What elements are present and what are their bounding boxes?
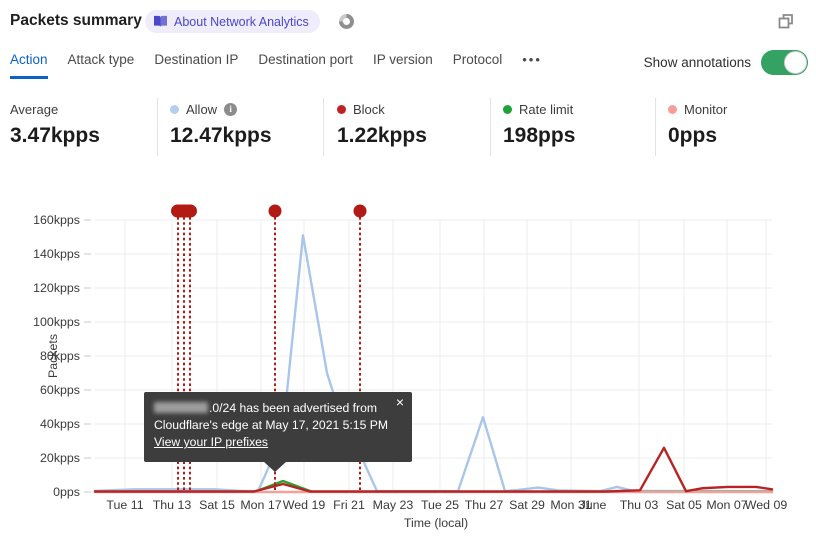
svg-text:160kpps: 160kpps — [33, 213, 80, 227]
svg-text:Thu 27: Thu 27 — [465, 498, 504, 512]
svg-text:Wed 09: Wed 09 — [745, 498, 788, 512]
svg-text:Fri 21: Fri 21 — [333, 498, 365, 512]
svg-text:Mon 17: Mon 17 — [240, 498, 281, 512]
svg-text:Thu 13: Thu 13 — [153, 498, 192, 512]
svg-text:Tue 11: Tue 11 — [106, 498, 143, 512]
svg-text:Sat 29: Sat 29 — [509, 498, 545, 512]
view-ip-prefixes-link[interactable]: View your IP prefixes — [154, 435, 268, 449]
packets-chart: 0pps20kpps40kpps60kpps80kpps100kpps120kp… — [33, 204, 787, 530]
tooltip-line1: .0/24 has been advertised from — [209, 401, 378, 415]
svg-text:Mon 07: Mon 07 — [706, 498, 747, 512]
redacted-ip-prefix — [154, 402, 208, 413]
svg-text:20kpps: 20kpps — [40, 451, 80, 465]
annotation-dot — [268, 204, 282, 218]
svg-text:0pps: 0pps — [53, 485, 80, 499]
svg-text:Tue 25: Tue 25 — [421, 498, 459, 512]
annotation-tooltip: × .0/24 has been advertised from Cloudfl… — [144, 392, 412, 462]
svg-text:100kpps: 100kpps — [33, 315, 80, 329]
svg-text:Packets: Packets — [46, 334, 60, 378]
svg-text:Sat 15: Sat 15 — [199, 498, 235, 512]
tooltip-caret — [263, 461, 287, 472]
svg-text:Time (local): Time (local) — [404, 516, 468, 530]
axis-labels: 0pps20kpps40kpps60kpps80kpps100kpps120kp… — [33, 213, 787, 530]
annotation-dot-cluster — [171, 204, 197, 218]
network-analytics-panel: Packets summary About Network Analytics … — [0, 0, 816, 545]
svg-text:Thu 03: Thu 03 — [620, 498, 659, 512]
svg-text:June: June — [580, 498, 607, 512]
svg-text:40kpps: 40kpps — [40, 417, 80, 431]
svg-text:Wed 19: Wed 19 — [283, 498, 326, 512]
svg-text:60kpps: 60kpps — [40, 383, 80, 397]
svg-text:120kpps: 120kpps — [33, 281, 80, 295]
tooltip-line2: Cloudflare's edge at May 17, 2021 5:15 P… — [154, 418, 389, 432]
svg-text:140kpps: 140kpps — [33, 247, 80, 261]
svg-text:May 23: May 23 — [373, 498, 414, 512]
close-icon[interactable]: × — [396, 395, 404, 409]
annotation-dot — [353, 204, 367, 218]
svg-text:Sat 05: Sat 05 — [666, 498, 702, 512]
